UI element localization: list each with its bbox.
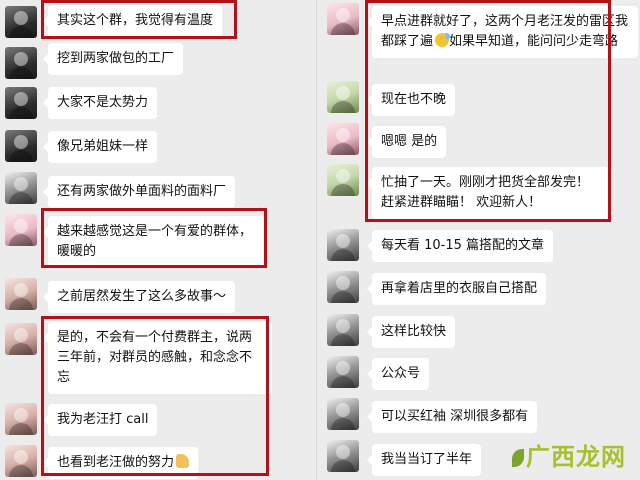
chat-bubble: 这样比较快 [366, 316, 456, 348]
avatar[interactable] [5, 278, 37, 310]
avatar[interactable] [327, 314, 359, 346]
avatar[interactable] [5, 47, 37, 79]
chat-bubble: 挖到两家做包的工厂 [42, 43, 184, 75]
chat-bubble: 我当当订了半年 [366, 444, 482, 476]
avatar[interactable] [327, 229, 359, 261]
avatar[interactable] [5, 87, 37, 119]
avatar[interactable] [327, 398, 359, 430]
avatar[interactable] [327, 81, 359, 113]
avatar[interactable] [5, 445, 37, 477]
right-chat-panel: 早点进群就好了，这两个月老汪发的雷区我都踩了遍 如果早知道，能问问少走弯路 现在也… [316, 0, 640, 480]
leaf-logo-icon [512, 449, 524, 467]
avatar[interactable] [327, 356, 359, 388]
avatar[interactable] [5, 130, 37, 162]
chat-bubble: 每天看 10-15 篇搭配的文章 [366, 230, 554, 262]
chat-bubble: 越来越感觉这是一个有爱的群体，暖暖的 [43, 216, 266, 268]
chat-bubble: 公众号 [366, 358, 430, 390]
avatar[interactable] [5, 172, 37, 204]
chat-bubble: 现在也不晚 [366, 84, 456, 116]
left-chat-panel: 其实这个群，我觉得有温度 挖到两家做包的工厂 大家不是太势力 像兄弟姐妹一样 还… [0, 0, 316, 480]
avatar[interactable] [327, 123, 359, 155]
avatar[interactable] [327, 440, 359, 472]
sweat-smile-emoji [435, 33, 451, 47]
chat-bubble: 是的，不会有一个付费群主，说两三年前，对群员的感触，和念念不忘 [43, 322, 272, 394]
avatar[interactable] [5, 6, 37, 38]
chat-bubble: 嗯嗯 是的 [366, 126, 447, 158]
chat-bubble: 我为老汪打 call [42, 404, 158, 436]
watermark-text: 广西龙网 [526, 443, 626, 471]
chat-bubble: 像兄弟姐妹一样 [42, 131, 158, 163]
chat-bubble: 也看到老汪做的努力 [42, 447, 199, 479]
chat-bubble: 早点进群就好了，这两个月老汪发的雷区我都踩了遍 如果早知道，能问问少走弯路 [367, 6, 638, 58]
avatar[interactable] [327, 164, 359, 196]
chat-bubble-text-cont: 如果早知道，能问问少走弯路 [449, 34, 619, 49]
avatar[interactable] [327, 271, 359, 303]
chat-bubble: 其实这个群，我觉得有温度 [42, 5, 223, 37]
chat-bubble: 再拿着店里的衣服自己搭配 [366, 273, 547, 305]
chat-bubble: 忙抽了一天。刚刚才把货全部发完！ 赶紧进群瞄瞄！ 欢迎新人！ [367, 167, 612, 219]
avatar[interactable] [5, 323, 37, 355]
avatar[interactable] [327, 3, 359, 35]
chat-bubble: 之前居然发生了这么多故事～ [42, 281, 236, 313]
chat-bubble: 大家不是太势力 [42, 87, 158, 119]
chat-bubble-text: 也看到老汪做的努力 [57, 455, 175, 470]
thumbs-up-emoji [176, 454, 190, 468]
avatar[interactable] [5, 214, 37, 246]
watermark: 广西龙网 [512, 437, 626, 472]
chat-bubble: 还有两家做外单面料的面料厂 [42, 176, 236, 208]
chat-bubble: 可以买红袖 深圳很多都有 [366, 401, 538, 433]
avatar[interactable] [5, 403, 37, 435]
